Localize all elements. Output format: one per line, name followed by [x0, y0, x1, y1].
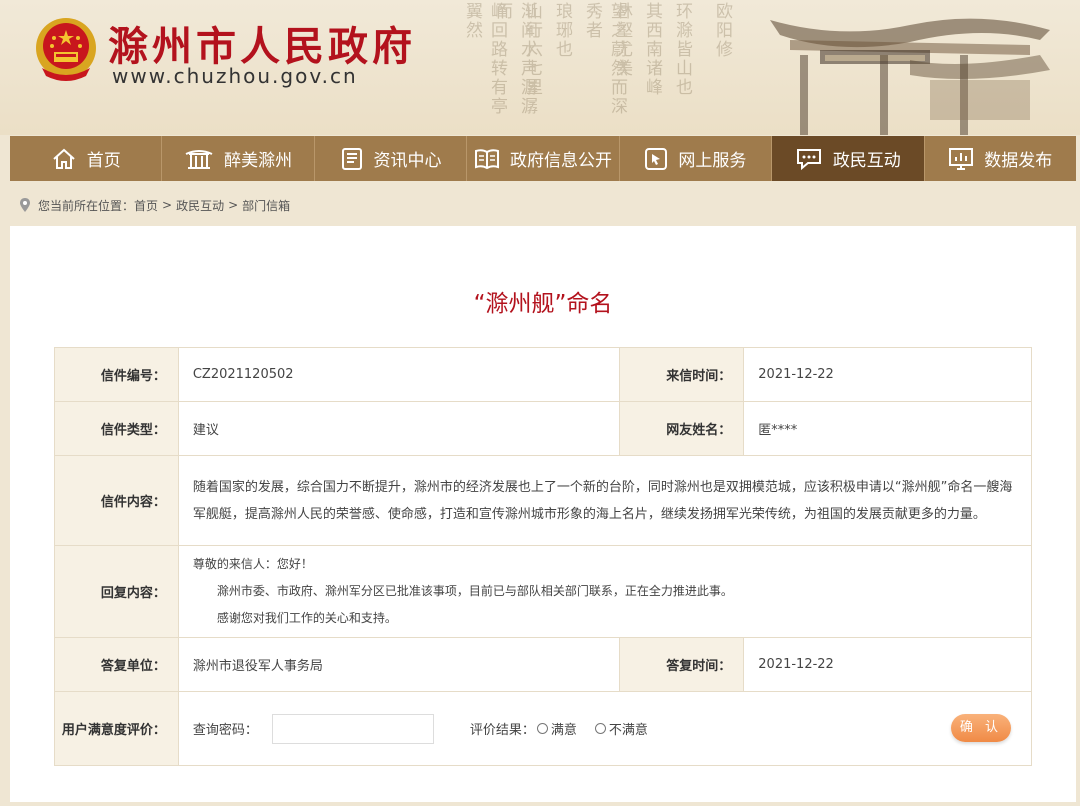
breadcrumb-home[interactable]: 首页 [134, 197, 158, 214]
letter-panel: “滁州舰”命名 信件编号： CZ2021120502 来信时间： 2021-12… [10, 226, 1076, 802]
nav-item-label: 数据发布 [984, 151, 1053, 171]
nav-item-label: 醉美滁州 [224, 151, 293, 171]
rating-result-label: 评价结果： [469, 723, 535, 738]
radio-satisfied-label: 满意 [550, 723, 577, 738]
author-name-value: 匿**** [743, 401, 1032, 456]
letter-detail-table: 信件编号： CZ2021120502 来信时间： 2021-12-22 信件类型… [54, 347, 1033, 766]
reply-body: 滁州市委、市政府、滁州军分区已批准该事项，目前已与部队相关部门联系，正在全力推进… [216, 584, 733, 598]
nav-item-label: 首页 [86, 151, 121, 171]
satisfaction-label: 用户满意度评价： [54, 691, 179, 766]
site-url: www.chuzhou.gov.cn [112, 64, 358, 88]
query-password-input[interactable] [271, 713, 434, 744]
breadcrumb-separator: > [228, 198, 239, 212]
reply-content-label: 回复内容： [54, 545, 179, 638]
reply-greeting: 尊敬的来信人：您好！ [192, 557, 313, 571]
letter-number-value: CZ2021120502 [177, 347, 621, 402]
nav-item-scenery[interactable]: 醉美滁州 [162, 136, 315, 181]
nav-item-label: 资讯中心 [373, 151, 442, 171]
pavilion-icon [185, 149, 213, 169]
radio-circle-icon[interactable] [536, 723, 548, 734]
news-icon [341, 147, 362, 170]
table-row: 答复单位： 滁州市退役军人事务局 答复时间： 2021-12-22 [54, 637, 1032, 692]
nav-item-data-release[interactable]: 数据发布 [925, 136, 1076, 181]
letter-number-label: 信件编号： [54, 347, 179, 402]
book-icon [474, 148, 499, 169]
author-name-label: 网友姓名： [619, 401, 745, 456]
query-password-label: 查询密码： [192, 723, 258, 738]
radio-circle-icon[interactable] [594, 723, 606, 734]
reply-date-label: 答复时间： [619, 637, 745, 692]
calligraphy-background: 峰回路转有亭翼然 渐闻水声潺潺而 山行六七里 琅琊也 望之蔚然而深秀者 林壑尤美… [462, 2, 732, 116]
main-nav: 首页 醉美滁州 资讯中心 政府信息公开 网上服务 政民互动 数据发布 [10, 136, 1076, 181]
nav-item-interaction[interactable]: 政民互动 [772, 136, 925, 181]
reply-closing: 感谢您对我们工作的关心和支持。 [216, 611, 397, 625]
reply-content-value: 尊敬的来信人：您好！ 滁州市委、市政府、滁州军分区已批准该事项，目前已与部队相关… [177, 545, 1033, 638]
letter-date-label: 来信时间： [619, 347, 745, 402]
breadcrumb-interaction[interactable]: 政民互动 [176, 197, 224, 214]
chat-icon [796, 148, 821, 170]
nav-item-label: 政府信息公开 [509, 151, 612, 171]
letter-type-label: 信件类型： [54, 401, 179, 456]
table-row: 信件类型： 建议 网友姓名： 匿**** [54, 401, 1032, 456]
breadcrumb-prefix: 您当前所在位置： [38, 198, 135, 213]
radio-satisfied[interactable]: 满意 [535, 719, 577, 738]
reply-unit-label: 答复单位： [54, 637, 179, 692]
table-row: 信件编号： CZ2021120502 来信时间： 2021-12-22 [54, 347, 1032, 402]
nav-item-gov-info[interactable]: 政府信息公开 [467, 136, 620, 181]
reply-unit-value: 滁州市退役军人事务局 [177, 637, 621, 692]
confirm-button[interactable]: 确 认 [951, 714, 1011, 742]
national-emblem-logo [36, 18, 96, 81]
reply-date-value: 2021-12-22 [743, 637, 1032, 692]
nav-item-label: 网上服务 [678, 151, 747, 171]
location-pin-icon [20, 198, 30, 212]
nav-item-label: 政民互动 [832, 151, 901, 171]
chart-icon [949, 147, 974, 170]
satisfaction-form: 查询密码： 评价结果： 满意 不满意 确 认 [177, 691, 1033, 766]
site-header: 峰回路转有亭翼然 渐闻水声潺潺而 山行六七里 琅琊也 望之蔚然而深秀者 林壑尤美… [0, 0, 1080, 135]
letter-content-value: 随着国家的发展，综合国力不断提升，滁州市的经济发展也上了一个新的台阶，同时滁州也… [177, 455, 1033, 546]
pointer-icon [645, 147, 668, 170]
nav-item-news[interactable]: 资讯中心 [315, 136, 468, 181]
page-title: “滁州舰”命名 [473, 291, 613, 317]
breadcrumb-separator: > [162, 198, 173, 212]
letter-type-value: 建议 [177, 401, 621, 456]
nav-item-home[interactable]: 首页 [10, 136, 163, 181]
table-row: 回复内容： 尊敬的来信人：您好！ 滁州市委、市政府、滁州军分区已批准该事项，目前… [54, 545, 1033, 638]
breadcrumb: 您当前所在位置： 首页 > 政民互动 > 部门信箱 [20, 196, 290, 214]
pavilion-illustration [770, 18, 1050, 135]
letter-date-value: 2021-12-22 [743, 347, 1032, 402]
radio-unsatisfied[interactable]: 不满意 [593, 719, 648, 738]
radio-unsatisfied-label: 不满意 [608, 723, 648, 738]
breadcrumb-mailbox[interactable]: 部门信箱 [242, 197, 290, 214]
table-row: 信件内容： 随着国家的发展，综合国力不断提升，滁州市的经济发展也上了一个新的台阶… [54, 455, 1033, 546]
home-icon [53, 148, 75, 169]
table-row: 用户满意度评价： 查询密码： 评价结果： 满意 不满意 确 认 [54, 691, 1033, 766]
letter-content-label: 信件内容： [54, 455, 179, 546]
nav-item-online-service[interactable]: 网上服务 [620, 136, 773, 181]
